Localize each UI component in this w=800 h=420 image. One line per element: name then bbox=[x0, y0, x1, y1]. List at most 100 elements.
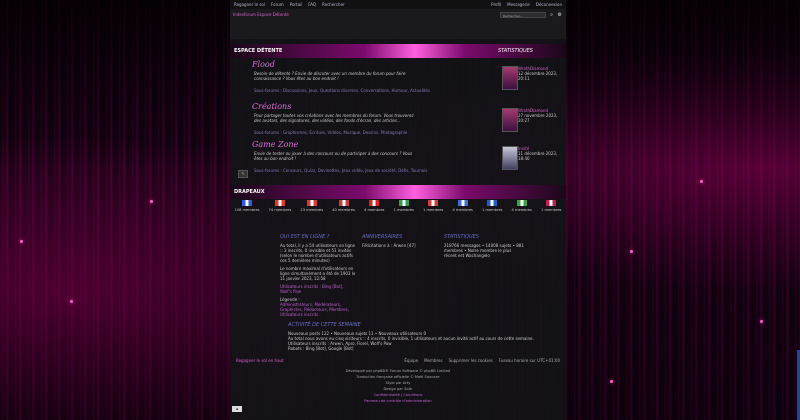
last-post-date: 27 novembre 2023, 20:27 bbox=[518, 113, 558, 123]
forum-description: Envie de tester ou jouer à des concours … bbox=[254, 151, 413, 161]
flag-count: 4 membres bbox=[364, 208, 385, 212]
flag-icon bbox=[242, 200, 253, 206]
search-icon[interactable]: ⌕ bbox=[550, 12, 553, 18]
flag-count: 4 membres bbox=[452, 208, 473, 212]
category-title[interactable]: ESPACE DÉTENTE bbox=[234, 44, 282, 58]
flag-item[interactable]: 108 membres bbox=[235, 200, 260, 222]
nav-link[interactable]: Rechercher bbox=[322, 2, 345, 7]
statistics: STATISTIQUES 218766 messages • 14008 suj… bbox=[444, 234, 524, 259]
flag-count: 1 membres bbox=[541, 208, 562, 212]
forum-title[interactable]: Flood bbox=[252, 60, 275, 69]
last-post-date: 11 décembre 2023, 18:40 bbox=[518, 151, 558, 161]
nav-link[interactable]: Forum bbox=[271, 2, 284, 7]
timezone-text: Fuseau horaire sur UTC+01:00 bbox=[498, 357, 560, 363]
section-heading: ACTIVITÉ DE CETTE SEMAINE bbox=[288, 322, 361, 328]
avatar bbox=[502, 108, 518, 132]
category-stats-label: STATISTIQUES bbox=[498, 48, 533, 54]
flag-icon bbox=[338, 200, 349, 206]
delete-cookies-link[interactable]: Supprimer les cookies bbox=[449, 358, 493, 363]
flag-icon bbox=[369, 200, 380, 206]
forum-title[interactable]: Créations bbox=[252, 102, 291, 111]
forum-container: Regagner le sol Forum Portail FAQ Recher… bbox=[230, 0, 566, 420]
footer: Développé par phpBB® Forum Software © ph… bbox=[230, 368, 566, 404]
flag-icon bbox=[457, 200, 468, 206]
forum-description: Pour partager toutes vos créations avec … bbox=[254, 113, 414, 123]
flag-item[interactable]: 1 membres bbox=[482, 200, 502, 222]
last-post[interactable]: WrathDiamond 27 novembre 2023, 20:27 bbox=[518, 108, 564, 123]
flag-icon bbox=[428, 200, 439, 206]
nav-link[interactable]: FAQ bbox=[308, 2, 316, 7]
flag-icon bbox=[487, 200, 498, 206]
flags-row: 108 membres 74 membres 23 membres 40 mem… bbox=[230, 200, 566, 222]
category-title[interactable]: DRAPEAUX bbox=[234, 185, 265, 199]
flag-item[interactable]: 40 membres bbox=[332, 200, 355, 222]
flag-icon bbox=[274, 200, 285, 206]
bottom-navbar: Regagner le sol en haut Équipe Membres S… bbox=[230, 356, 566, 364]
team-link[interactable]: Équipe bbox=[404, 358, 418, 363]
section-heading: STATISTIQUES bbox=[444, 234, 479, 240]
flag-icon bbox=[306, 200, 317, 206]
admin-panel-link[interactable]: Panneau de contrôle d'administration bbox=[230, 398, 566, 404]
flag-item[interactable]: 4 membres bbox=[453, 200, 473, 222]
flag-item[interactable]: 1 membres bbox=[394, 200, 414, 222]
flag-item[interactable]: 1 membres bbox=[423, 200, 443, 222]
breadcrumb[interactable]: Indexforum Espace Détente bbox=[233, 12, 289, 17]
flag-count: 108 membres bbox=[234, 208, 260, 212]
online-users[interactable]: Utilisateurs inscrits : Bing [Bot], Wolf… bbox=[280, 284, 356, 294]
flag-count: 4 membres bbox=[511, 208, 532, 212]
sparkle bbox=[700, 180, 703, 183]
forum-subforums[interactable]: Sous-forums : Discussions, Jeux, Questio… bbox=[254, 88, 494, 93]
forum-subforums[interactable]: Sous-forums : Concours, Quizz, Devinette… bbox=[254, 168, 494, 173]
top-navbar: Regagner le sol Forum Portail FAQ Recher… bbox=[230, 0, 566, 8]
logout-link[interactable]: Déconnexion bbox=[536, 2, 562, 7]
weekly-activity: ACTIVITÉ DE CETTE SEMAINE Nouveaux posts… bbox=[288, 322, 548, 352]
who-is-online: QUI EST EN LIGNE ? Au total, il y a 54 u… bbox=[280, 235, 356, 318]
flag-count: 23 membres bbox=[300, 208, 324, 212]
flag-item[interactable]: 4 membres bbox=[364, 200, 384, 222]
sparkle bbox=[760, 320, 763, 323]
flag-count: 1 membres bbox=[423, 208, 444, 212]
flag-count: 1 membres bbox=[482, 208, 503, 212]
nav-link[interactable]: Regagner le sol bbox=[234, 2, 265, 7]
forum-description: Besoin de détente ? Envie de discuter av… bbox=[254, 71, 406, 81]
forum-icon: ✎ bbox=[238, 170, 248, 178]
sparkle bbox=[610, 380, 613, 383]
category-header-detente: ESPACE DÉTENTE STATISTIQUES bbox=[230, 44, 566, 58]
back-to-top-link[interactable]: Regagner le sol en haut bbox=[236, 358, 284, 363]
online-record: Le nombre maximal d'utilisateurs en lign… bbox=[280, 266, 356, 281]
forum-row-game-zone[interactable]: Game Zone Envie de tester ou jouer à des… bbox=[230, 140, 566, 184]
nav-link[interactable]: Portail bbox=[290, 2, 303, 7]
messages-link[interactable]: Messagerie bbox=[507, 2, 530, 7]
gear-icon[interactable]: ⚙ bbox=[558, 12, 562, 18]
flag-icon bbox=[398, 200, 409, 206]
section-heading[interactable]: QUI EST EN LIGNE ? bbox=[280, 235, 356, 240]
activity-line: Robots : Bing [Bot], Google [Bot] bbox=[288, 346, 354, 351]
legend-groups[interactable]: Administrateurs, Modérateurs, Graphistes… bbox=[280, 302, 356, 317]
members-link[interactable]: Membres bbox=[424, 358, 442, 363]
flag-item[interactable]: 1 membres bbox=[541, 200, 561, 222]
category-header-drapeaux: DRAPEAUX bbox=[230, 185, 566, 199]
search-input[interactable]: Rechercher... bbox=[500, 12, 546, 18]
sparkle bbox=[150, 200, 153, 203]
forum-title[interactable]: Game Zone bbox=[252, 140, 298, 149]
profile-link[interactable]: Profil bbox=[491, 2, 501, 7]
flag-icon bbox=[546, 200, 557, 206]
forum-row-flood[interactable]: Flood Besoin de détente ? Envie de discu… bbox=[230, 60, 566, 104]
online-summary: Au total, il y a 54 utilisateurs en lign… bbox=[280, 243, 356, 263]
flag-item[interactable]: 74 membres bbox=[269, 200, 291, 222]
last-post[interactable]: WrathDiamond 12 décembre 2023, 20:11 bbox=[518, 66, 564, 81]
flag-icon bbox=[516, 200, 527, 206]
flag-count: 40 membres bbox=[332, 208, 355, 212]
flag-item[interactable]: 23 membres bbox=[300, 200, 323, 222]
sparkle bbox=[630, 250, 633, 253]
sparkle bbox=[20, 240, 23, 243]
statistics-text: 218766 messages • 14008 sujets • 881 mem… bbox=[444, 243, 524, 258]
last-post[interactable]: Invité 11 décembre 2023, 18:40 bbox=[518, 146, 564, 161]
birthdays: ANNIVERSAIRES Félicitations à : Arwen [4… bbox=[362, 234, 438, 249]
forum-subforums[interactable]: Sous-forums : Graphismes, Écriture, Vidé… bbox=[254, 130, 494, 135]
header-bar: Indexforum Espace Détente Rechercher... … bbox=[230, 9, 566, 39]
birthdays-text: Félicitations à : Arwen [47] bbox=[362, 243, 416, 248]
section-heading: ANNIVERSAIRES bbox=[362, 234, 403, 240]
last-post-date: 12 décembre 2023, 20:11 bbox=[518, 71, 558, 81]
flag-item[interactable]: 4 membres bbox=[512, 200, 532, 222]
